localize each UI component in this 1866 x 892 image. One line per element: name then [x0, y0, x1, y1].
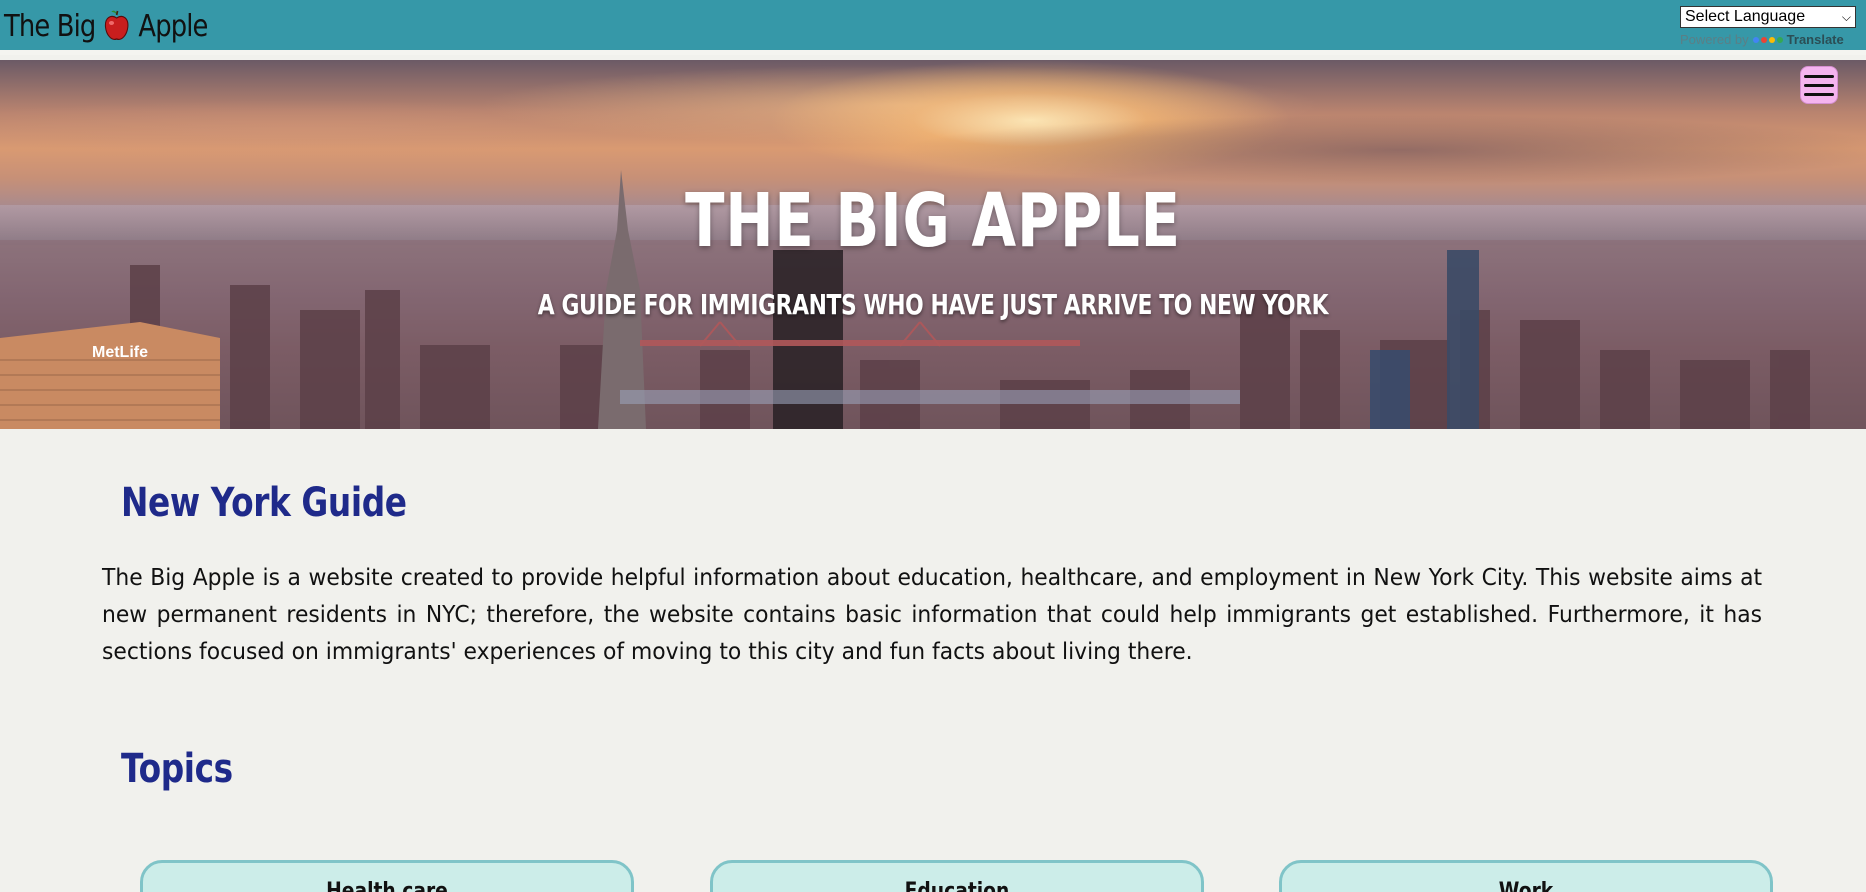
topic-card-title: Education — [904, 879, 1010, 892]
menu-bar — [1804, 92, 1834, 96]
guide-intro-text: The Big Apple is a website created to pr… — [102, 563, 1763, 665]
topic-card-education[interactable]: Education — [710, 860, 1204, 892]
language-select-value: Select Language — [1685, 8, 1806, 25]
google-translate-widget: Select Language ⌵ Powered by Translate — [1680, 6, 1866, 47]
menu-bar — [1804, 83, 1834, 87]
language-select[interactable]: Select Language ⌵ — [1680, 6, 1856, 28]
metlife-sign: MetLife — [92, 344, 148, 361]
powered-by-text: Powered by — [1680, 32, 1749, 47]
hamburger-menu-icon[interactable] — [1800, 66, 1838, 104]
powered-by-line: Powered by Translate — [1680, 32, 1866, 47]
topic-card-health-care[interactable]: Health care — [140, 860, 634, 892]
hero-title: THE BIG APPLE — [685, 178, 1181, 264]
topic-card-work[interactable]: Work — [1279, 860, 1773, 892]
site-logo[interactable]: The Big Apple — [4, 4, 208, 48]
google-logo-icon — [1752, 36, 1783, 43]
menu-bar — [1804, 74, 1834, 78]
top-bar: The Big Apple Select Language ⌵ Powered … — [0, 0, 1866, 55]
topic-card-title: Health care — [326, 879, 448, 892]
topic-card-title: Work — [1498, 879, 1554, 892]
guide-heading: New York Guide — [121, 480, 407, 526]
hero-banner: MetLife THE BIG APPLE A GUIDE FOR IMMIGR… — [0, 60, 1866, 429]
logo-text-left: The Big — [4, 8, 96, 44]
topics-heading: Topics — [121, 746, 233, 792]
translate-link[interactable]: Translate — [1787, 32, 1844, 47]
logo-text-right: Apple — [138, 8, 208, 44]
apple-icon — [102, 9, 131, 43]
hero-subtitle: A GUIDE FOR IMMIGRANTS WHO HAVE JUST ARR… — [537, 288, 1329, 321]
chevron-down-icon: ⌵ — [1841, 9, 1851, 24]
